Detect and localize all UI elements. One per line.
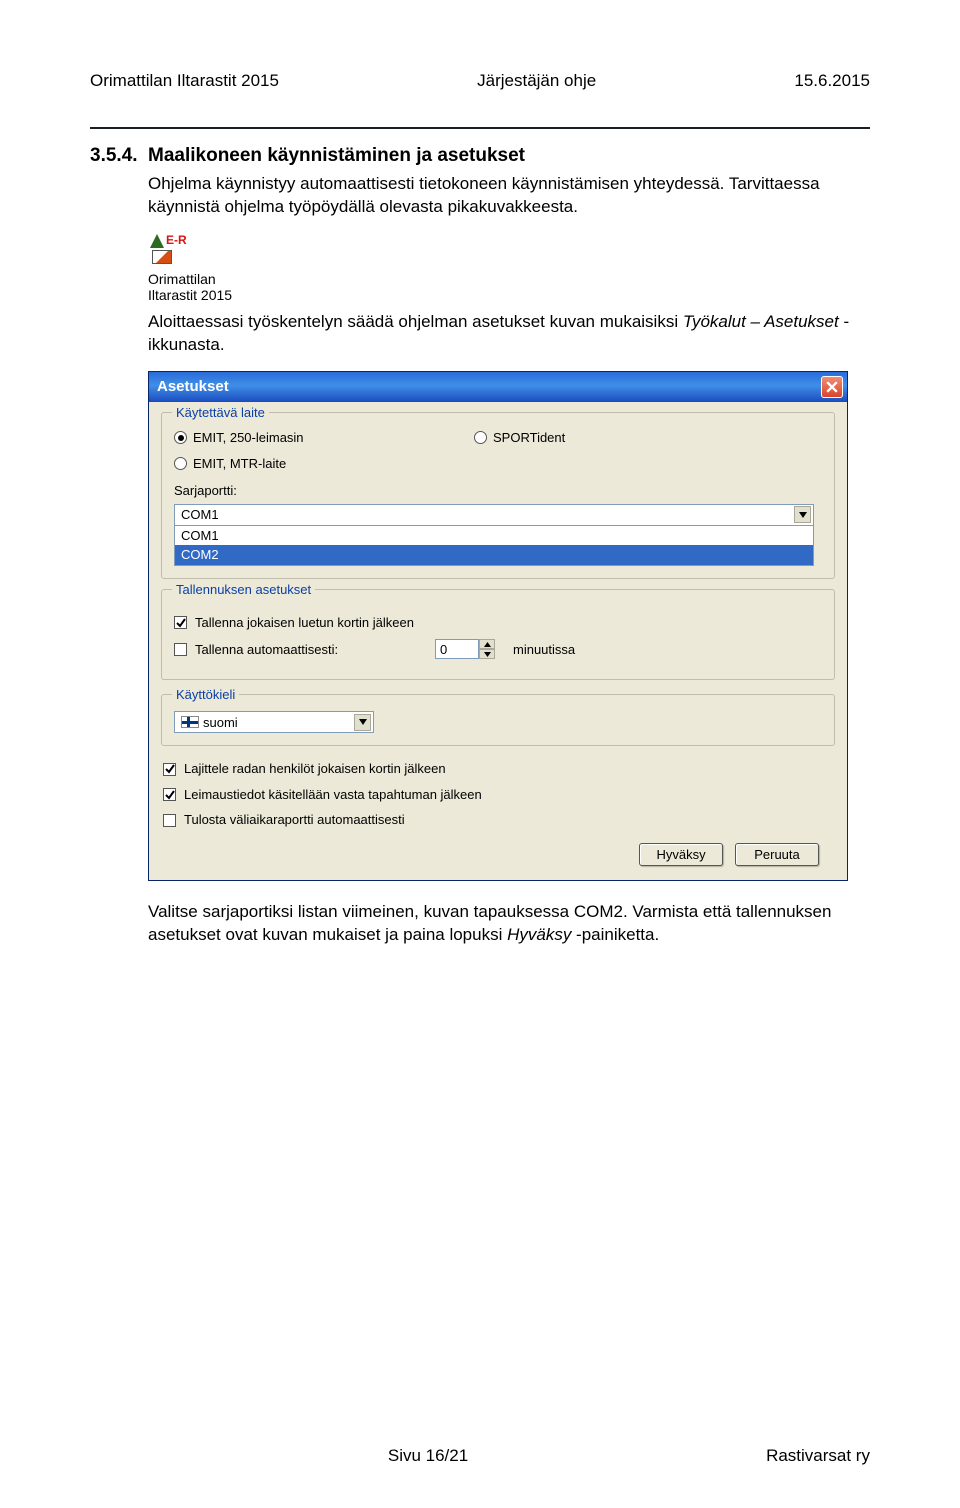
- para2-pre: Aloittaessasi työskentelyn säädä ohjelma…: [148, 312, 683, 331]
- language-value: suomi: [203, 714, 238, 732]
- checkbox-label-stamp-after-event: Leimaustiedot käsitellään vasta tapahtum…: [184, 786, 482, 804]
- chevron-down-icon: [799, 512, 807, 518]
- spinner-down-button[interactable]: [479, 649, 495, 659]
- close-icon: [826, 381, 838, 393]
- group-language: Käyttökieli suomi: [161, 694, 835, 746]
- ok-button[interactable]: Hyväksy: [639, 843, 723, 866]
- icon-caption-line1: Orimattilan: [148, 272, 870, 287]
- footer-center: Sivu 16/21: [388, 1445, 468, 1468]
- auto-minutes-unit: minuutissa: [513, 641, 575, 659]
- header-center: Järjestäjän ohje: [477, 70, 596, 93]
- checkbox-icon: [174, 616, 187, 629]
- document-header: Orimattilan Iltarastit 2015 Järjestäjän …: [90, 70, 870, 93]
- group-language-legend: Käyttökieli: [172, 686, 239, 704]
- paragraph-1: Ohjelma käynnistyy automaattisesti tieto…: [148, 173, 870, 219]
- header-left: Orimattilan Iltarastit 2015: [90, 70, 279, 93]
- serial-port-option-com1[interactable]: COM1: [175, 526, 813, 546]
- serial-port-combobox[interactable]: COM1: [174, 504, 814, 526]
- serial-port-value: COM1: [181, 506, 219, 524]
- para3-em: Hyväksy: [507, 925, 571, 944]
- dialog-title-text: Asetukset: [157, 377, 229, 397]
- settings-dialog: Asetukset Käytettävä laite EMIT, 250-lei…: [148, 371, 848, 881]
- serial-port-label: Sarjaportti:: [174, 482, 822, 500]
- paragraph-3: Valitse sarjaportiksi listan viimeinen, …: [148, 901, 870, 947]
- para3-pre: Valitse sarjaportiksi listan viimeinen, …: [148, 902, 831, 944]
- chevron-down-icon: [359, 719, 367, 725]
- checkbox-icon: [163, 763, 176, 776]
- checkbox-icon: [163, 788, 176, 801]
- radio-label-emit-250: EMIT, 250-leimasin: [193, 429, 304, 447]
- radio-sportident[interactable]: SPORTident: [474, 429, 565, 447]
- footer-right: Rastivarsat ry: [766, 1445, 870, 1468]
- header-rule: [90, 127, 870, 129]
- radio-label-sportident: SPORTident: [493, 429, 565, 447]
- section-heading: 3.5.4. Maalikoneen käynnistäminen ja ase…: [90, 143, 870, 169]
- checkbox-print-report[interactable]: Tulosta väliaikaraportti automaattisesti: [163, 811, 835, 829]
- close-button[interactable]: [821, 376, 843, 398]
- dialog-titlebar[interactable]: Asetukset: [149, 372, 847, 402]
- checkbox-label-save-every-card: Tallenna jokaisen luetun kortin jälkeen: [195, 614, 414, 632]
- checkbox-label-sort-persons: Lajittele radan henkilöt jokaisen kortin…: [184, 760, 446, 778]
- paragraph-2: Aloittaessasi työskentelyn säädä ohjelma…: [148, 311, 870, 357]
- combobox-arrow-button[interactable]: [794, 506, 811, 523]
- group-device-legend: Käytettävä laite: [172, 404, 269, 422]
- section-title: Maalikoneen käynnistäminen ja asetukset: [148, 143, 525, 169]
- app-shortcut-icon: E-R Orimattilan Iltarastit 2015: [148, 232, 870, 303]
- serial-port-option-com2[interactable]: COM2: [175, 545, 813, 565]
- radio-label-emit-mtr: EMIT, MTR-laite: [193, 455, 286, 473]
- radio-icon: [174, 457, 187, 470]
- icon-caption-line2: Iltarastit 2015: [148, 288, 870, 303]
- language-combobox[interactable]: suomi: [174, 711, 374, 733]
- serial-port-dropdown-list[interactable]: COM1 COM2: [174, 526, 814, 566]
- checkbox-save-auto[interactable]: Tallenna automaattisesti: minuutissa: [174, 639, 822, 659]
- checkbox-stamp-after-event[interactable]: Leimaustiedot käsitellään vasta tapahtum…: [163, 786, 835, 804]
- checkbox-icon: [163, 814, 176, 827]
- chevron-down-icon: [484, 652, 491, 657]
- radio-icon: [174, 431, 187, 444]
- header-right: 15.6.2015: [794, 70, 870, 93]
- group-save-legend: Tallennuksen asetukset: [172, 581, 315, 599]
- document-footer: Sivu 16/21 Rastivarsat ry: [90, 1445, 870, 1468]
- checkbox-label-print-report: Tulosta väliaikaraportti automaattisesti: [184, 811, 405, 829]
- radio-icon: [474, 431, 487, 444]
- checkbox-save-every-card[interactable]: Tallenna jokaisen luetun kortin jälkeen: [174, 614, 822, 632]
- er-text: E-R: [166, 232, 187, 248]
- group-save: Tallennuksen asetukset Tallenna jokaisen…: [161, 589, 835, 681]
- checkbox-sort-persons[interactable]: Lajittele radan henkilöt jokaisen kortin…: [163, 760, 835, 778]
- radio-emit-mtr[interactable]: EMIT, MTR-laite: [174, 455, 822, 473]
- flag-finland-icon: [181, 716, 199, 728]
- group-device: Käytettävä laite EMIT, 250-leimasin SPOR…: [161, 412, 835, 579]
- auto-minutes-spinner[interactable]: [435, 639, 495, 659]
- para2-em: Työkalut – Asetukset: [683, 312, 839, 331]
- para3-post: -painiketta.: [571, 925, 659, 944]
- dialog-button-row: Hyväksy Peruuta: [161, 837, 835, 866]
- radio-emit-250[interactable]: EMIT, 250-leimasin: [174, 429, 474, 447]
- auto-minutes-input[interactable]: [435, 639, 479, 659]
- spinner-up-button[interactable]: [479, 639, 495, 649]
- section-number: 3.5.4.: [90, 143, 148, 169]
- combobox-arrow-button[interactable]: [354, 714, 371, 731]
- checkbox-label-save-auto: Tallenna automaattisesti:: [195, 641, 427, 659]
- checkbox-icon: [174, 643, 187, 656]
- cancel-button[interactable]: Peruuta: [735, 843, 819, 866]
- chevron-up-icon: [484, 642, 491, 647]
- orienteering-flag-icon: [152, 250, 172, 264]
